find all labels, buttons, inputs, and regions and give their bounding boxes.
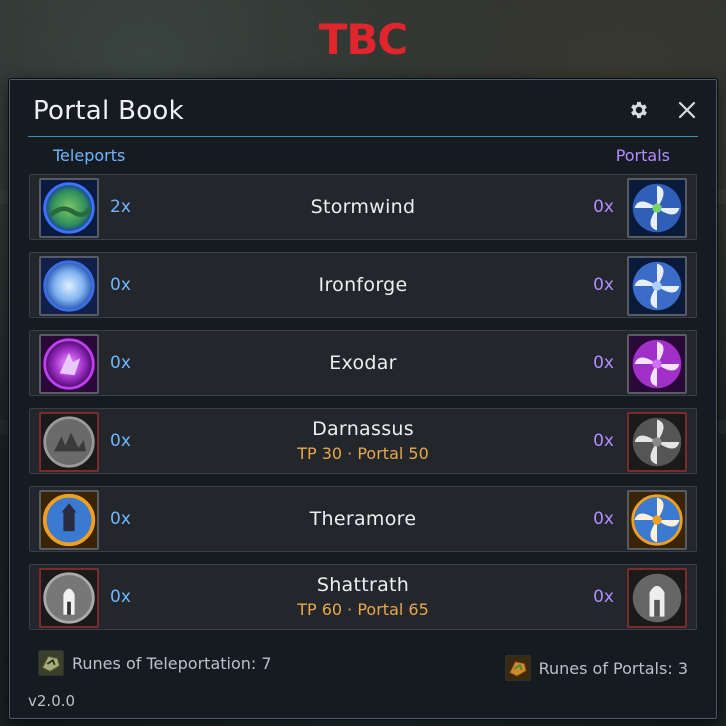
tbc-badge: TBC (318, 15, 409, 64)
darnassus-portal-icon (629, 414, 685, 470)
portal-theramore-button[interactable] (627, 490, 687, 550)
portal-exodar-button[interactable] (627, 334, 687, 394)
portal-count: 0x (593, 275, 614, 295)
settings-button[interactable] (626, 97, 652, 123)
portal-count: 0x (593, 431, 614, 451)
runes-of-teleportation-label: Runes of Teleportation: 7 (72, 653, 272, 673)
portal-count: 0x (593, 353, 614, 373)
title-divider (28, 136, 698, 137)
portal-book-window: Portal Book Teleports Portals 2x Stormwi… (9, 79, 717, 719)
destination-row-exodar: 0x Exodar 0x (29, 330, 697, 396)
exodar-portal-icon (629, 336, 685, 392)
destination-row-stormwind: 2x Stormwind 0x (29, 174, 697, 240)
portal-stormwind-button[interactable] (627, 178, 687, 238)
portal-count: 0x (593, 587, 614, 607)
destination-row-shattrath: 0x Shattrath TP 60 · Portal 65 0x (29, 564, 697, 630)
rune-of-teleportation-icon (38, 650, 64, 676)
close-button[interactable] (674, 97, 700, 123)
runes-of-teleportation: Runes of Teleportation: 7 (38, 650, 272, 676)
portal-count: 0x (593, 197, 614, 217)
destination-row-darnassus: 0x Darnassus TP 30 · Portal 50 0x (29, 408, 697, 474)
window-title: Portal Book (33, 96, 184, 126)
portal-count: 0x (593, 509, 614, 529)
shattrath-portal-icon (629, 570, 685, 626)
runes-of-portals-label: Runes of Portals: 3 (538, 658, 688, 678)
portal-darnassus-button[interactable] (627, 412, 687, 472)
rune-of-portals-icon (504, 655, 531, 681)
portals-column-label: Portals (615, 146, 670, 165)
portal-ironforge-button[interactable] (627, 256, 687, 316)
version-label: v2.0.0 (28, 692, 76, 710)
teleports-column-label: Teleports (53, 146, 126, 165)
theramore-portal-icon (629, 492, 685, 548)
gear-icon (631, 101, 647, 119)
destination-row-ironforge: 0x Ironforge 0x (29, 252, 697, 318)
stormwind-portal-icon (629, 180, 685, 236)
runes-of-portals: Runes of Portals: 3 (504, 655, 688, 681)
destination-row-theramore: 0x Theramore 0x (29, 486, 697, 552)
close-icon (678, 101, 696, 119)
portal-shattrath-button[interactable] (627, 568, 687, 628)
ironforge-portal-icon (629, 258, 685, 314)
